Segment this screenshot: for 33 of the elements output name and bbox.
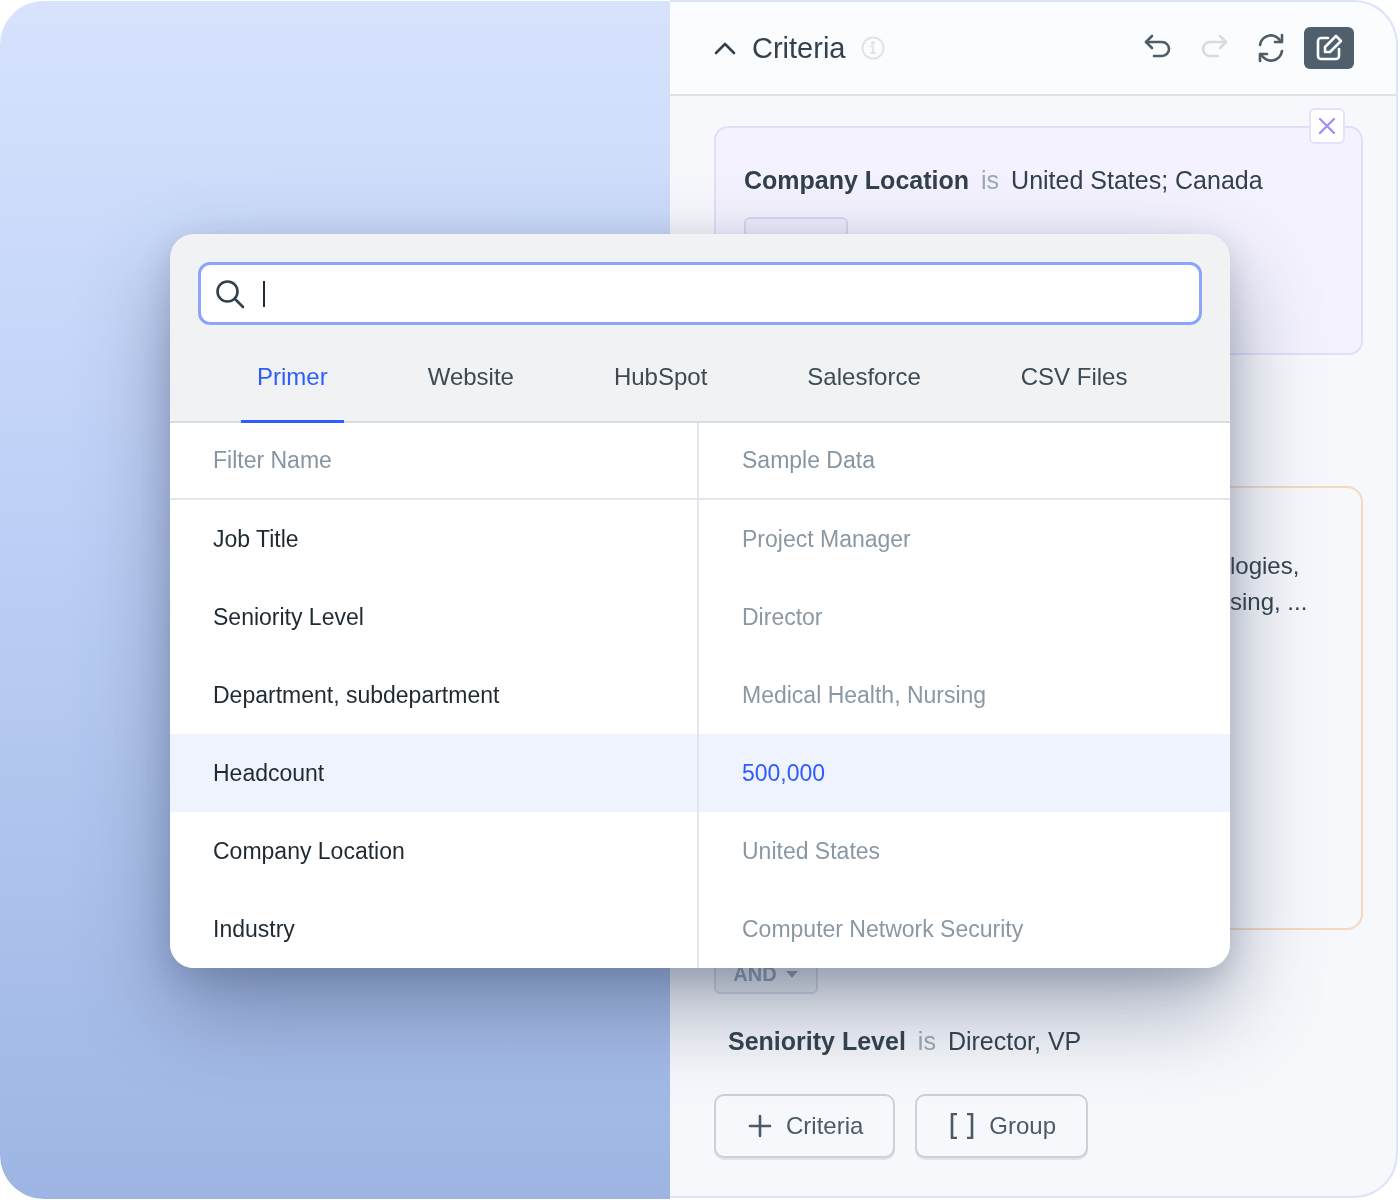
- filter-name-cell[interactable]: Headcount: [170, 734, 699, 812]
- rule-value: logies,: [1230, 552, 1301, 580]
- column-header: Sample Data: [699, 423, 1230, 500]
- close-icon: [1318, 117, 1336, 135]
- filter-name-cell[interactable]: Industry: [170, 890, 699, 968]
- search-icon: [215, 278, 245, 309]
- rule-operator: is: [917, 1027, 936, 1056]
- source-tab[interactable]: Website: [411, 350, 530, 423]
- column-header: Filter Name: [170, 423, 699, 500]
- filter-name-cell[interactable]: Job Title: [170, 500, 699, 578]
- edit-icon: [1314, 33, 1344, 63]
- filter-name-cell[interactable]: Company Location: [170, 812, 699, 890]
- search-field[interactable]: [198, 262, 1202, 325]
- source-tab[interactable]: CSV Files: [1004, 350, 1144, 423]
- sample-data-cell[interactable]: 500,000: [699, 734, 1230, 812]
- source-tab[interactable]: HubSpot: [597, 350, 724, 423]
- rule-value: sing, ...: [1230, 588, 1309, 616]
- panel-title: Criteria: [752, 31, 846, 65]
- text-cursor: [263, 280, 265, 307]
- source-tab[interactable]: Salesforce: [791, 350, 937, 423]
- add-criteria-button[interactable]: Criteria: [714, 1094, 896, 1158]
- rule-field: Company Location: [744, 166, 969, 195]
- rule-field: Seniority Level: [728, 1027, 906, 1056]
- close-button[interactable]: [1309, 108, 1345, 144]
- chevron-up-icon[interactable]: [714, 41, 736, 55]
- rule-operator: is: [981, 166, 1000, 195]
- add-group-button[interactable]: Group: [915, 1094, 1089, 1158]
- brackets-icon: [949, 1113, 976, 1139]
- rule-value: Director, VP: [947, 1027, 1082, 1056]
- edit-button[interactable]: [1304, 27, 1354, 69]
- plus-icon: [748, 1114, 772, 1138]
- filter-name-cell[interactable]: Seniority Level: [170, 578, 699, 656]
- rule-value: United States; Canada: [1011, 166, 1263, 195]
